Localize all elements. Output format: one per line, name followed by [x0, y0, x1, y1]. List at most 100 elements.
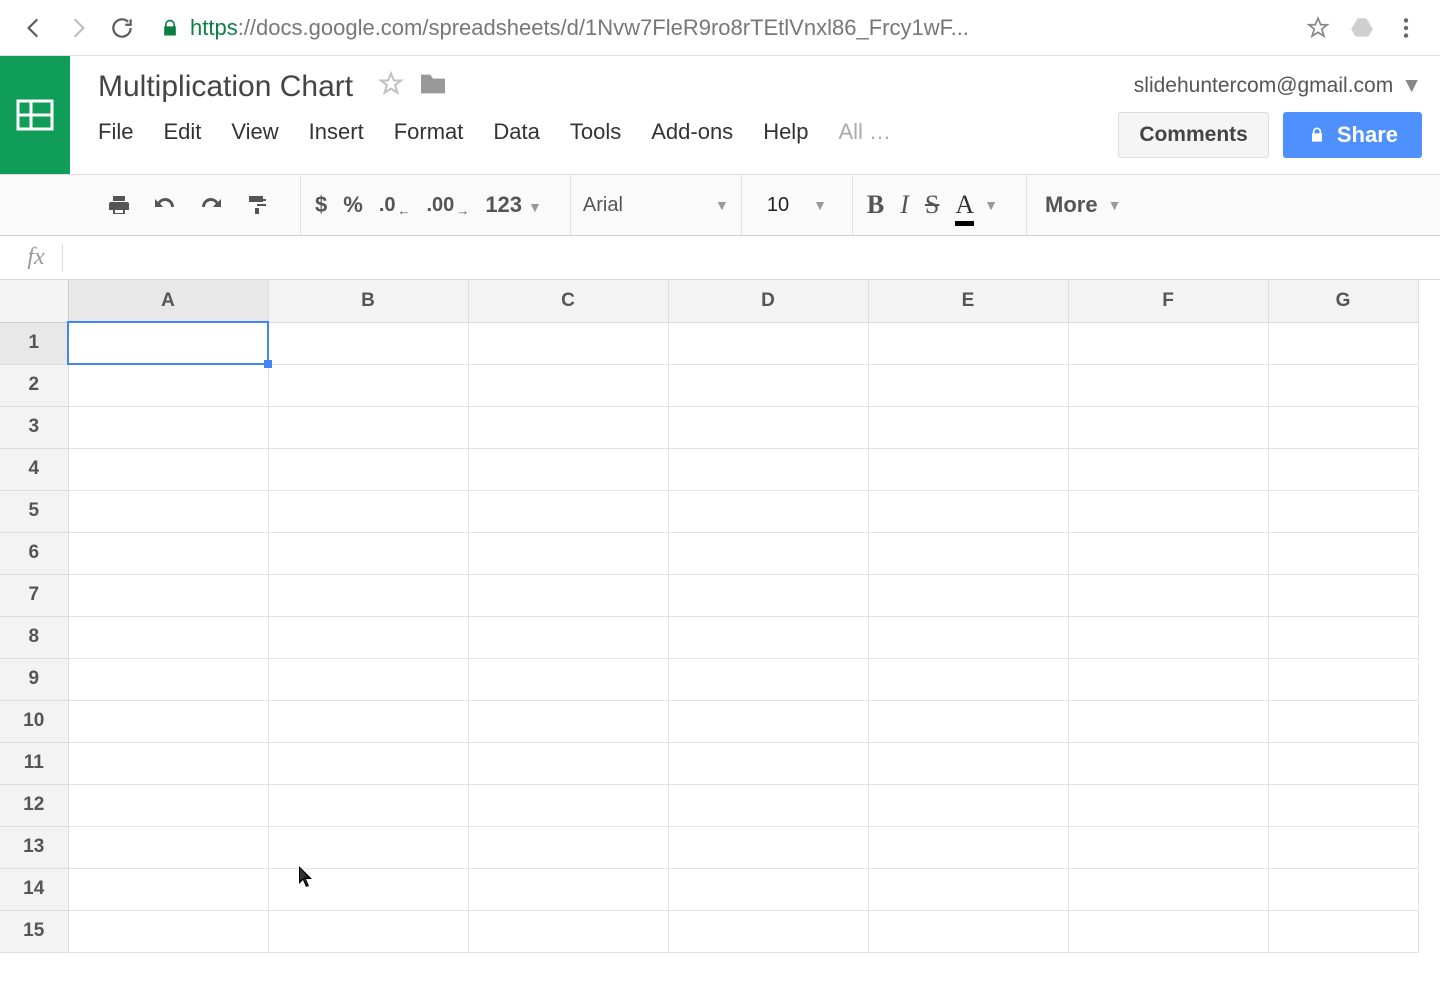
- menu-overflow[interactable]: All …: [838, 119, 891, 145]
- menu-edit[interactable]: Edit: [163, 119, 201, 145]
- cell[interactable]: [1268, 910, 1418, 952]
- percent-format-button[interactable]: %: [343, 192, 363, 218]
- paint-format-button[interactable]: [238, 186, 276, 224]
- account-menu[interactable]: slidehuntercom@gmail.com ▼: [1134, 74, 1422, 98]
- cell[interactable]: [1268, 658, 1418, 700]
- cell[interactable]: [468, 868, 668, 910]
- menu-format[interactable]: Format: [394, 119, 464, 145]
- star-document-button[interactable]: [377, 70, 405, 103]
- cell[interactable]: [68, 742, 268, 784]
- cell[interactable]: [1268, 784, 1418, 826]
- cell[interactable]: [1068, 784, 1268, 826]
- cell[interactable]: [268, 448, 468, 490]
- cell[interactable]: [1268, 868, 1418, 910]
- increase-decimal-button[interactable]: .00 →: [423, 186, 474, 224]
- cell[interactable]: [468, 616, 668, 658]
- row-header[interactable]: 15: [0, 910, 68, 952]
- menu-help[interactable]: Help: [763, 119, 808, 145]
- forward-button[interactable]: [56, 6, 100, 50]
- column-header[interactable]: E: [868, 280, 1068, 322]
- cell[interactable]: [468, 490, 668, 532]
- cell[interactable]: [668, 658, 868, 700]
- cell[interactable]: [868, 826, 1068, 868]
- italic-button[interactable]: I: [900, 190, 909, 220]
- cell[interactable]: [1268, 406, 1418, 448]
- cell[interactable]: [468, 574, 668, 616]
- cell[interactable]: [268, 574, 468, 616]
- cell[interactable]: [268, 406, 468, 448]
- cell[interactable]: [68, 574, 268, 616]
- menu-file[interactable]: File: [98, 119, 133, 145]
- strikethrough-button[interactable]: S: [925, 190, 939, 220]
- cell[interactable]: [868, 700, 1068, 742]
- row-header[interactable]: 9: [0, 658, 68, 700]
- cell[interactable]: [1068, 742, 1268, 784]
- column-header[interactable]: F: [1068, 280, 1268, 322]
- cell[interactable]: [868, 322, 1068, 364]
- cell[interactable]: [668, 784, 868, 826]
- menu-addons[interactable]: Add-ons: [651, 119, 733, 145]
- cell[interactable]: [468, 826, 668, 868]
- cell[interactable]: [1268, 574, 1418, 616]
- address-bar[interactable]: https://docs.google.com/spreadsheets/d/1…: [160, 8, 1280, 48]
- reload-button[interactable]: [100, 6, 144, 50]
- row-header[interactable]: 12: [0, 784, 68, 826]
- cell[interactable]: [1068, 700, 1268, 742]
- decrease-decimal-button[interactable]: .0 ←: [375, 186, 415, 224]
- cell[interactable]: [868, 448, 1068, 490]
- cell[interactable]: [68, 910, 268, 952]
- cell[interactable]: [468, 700, 668, 742]
- cell[interactable]: [868, 910, 1068, 952]
- cell[interactable]: [68, 322, 268, 364]
- font-family-dropdown[interactable]: Arial ▼: [571, 194, 741, 217]
- select-all-cell[interactable]: [0, 280, 68, 322]
- cell[interactable]: [268, 616, 468, 658]
- cell[interactable]: [868, 616, 1068, 658]
- cell[interactable]: [668, 742, 868, 784]
- cell[interactable]: [268, 784, 468, 826]
- menu-tools[interactable]: Tools: [570, 119, 621, 145]
- cell[interactable]: [1268, 742, 1418, 784]
- column-header[interactable]: B: [268, 280, 468, 322]
- cell[interactable]: [68, 784, 268, 826]
- bookmark-button[interactable]: [1296, 6, 1340, 50]
- row-header[interactable]: 2: [0, 364, 68, 406]
- cell[interactable]: [268, 826, 468, 868]
- cell[interactable]: [668, 574, 868, 616]
- cell[interactable]: [468, 742, 668, 784]
- cell[interactable]: [868, 574, 1068, 616]
- cell[interactable]: [68, 532, 268, 574]
- cell[interactable]: [68, 868, 268, 910]
- cell[interactable]: [868, 406, 1068, 448]
- cell[interactable]: [468, 784, 668, 826]
- cell[interactable]: [1068, 322, 1268, 364]
- menu-data[interactable]: Data: [493, 119, 539, 145]
- cell[interactable]: [268, 742, 468, 784]
- cell[interactable]: [268, 910, 468, 952]
- cell[interactable]: [668, 490, 868, 532]
- row-header[interactable]: 6: [0, 532, 68, 574]
- cell[interactable]: [1268, 322, 1418, 364]
- column-header[interactable]: D: [668, 280, 868, 322]
- cell[interactable]: [1268, 700, 1418, 742]
- cell[interactable]: [468, 532, 668, 574]
- bold-button[interactable]: B: [867, 190, 884, 220]
- text-color-button[interactable]: A ▼: [955, 190, 998, 220]
- cell[interactable]: [68, 616, 268, 658]
- cell[interactable]: [868, 658, 1068, 700]
- spreadsheet-grid[interactable]: ABCDEFG123456789101112131415: [0, 280, 1440, 953]
- column-header[interactable]: G: [1268, 280, 1418, 322]
- cell[interactable]: [1068, 448, 1268, 490]
- cell[interactable]: [668, 910, 868, 952]
- cell[interactable]: [1068, 364, 1268, 406]
- cell[interactable]: [868, 532, 1068, 574]
- cell[interactable]: [668, 364, 868, 406]
- cell[interactable]: [468, 910, 668, 952]
- row-header[interactable]: 13: [0, 826, 68, 868]
- cell[interactable]: [868, 784, 1068, 826]
- cell[interactable]: [868, 364, 1068, 406]
- cell[interactable]: [68, 406, 268, 448]
- row-header[interactable]: 5: [0, 490, 68, 532]
- print-button[interactable]: [100, 186, 138, 224]
- cell[interactable]: [668, 322, 868, 364]
